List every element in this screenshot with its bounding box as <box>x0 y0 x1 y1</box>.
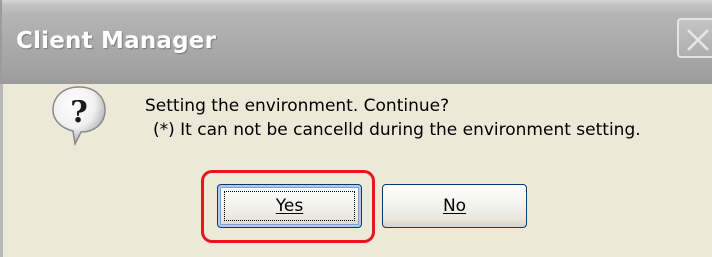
close-x-icon <box>687 29 709 51</box>
title-bar[interactable]: Client Manager <box>0 0 712 84</box>
message-line-2: (*) It can not be cancelld during the en… <box>153 120 641 140</box>
client-manager-dialog: Client Manager ? Setting the environment… <box>0 0 712 257</box>
yes-button[interactable]: Yes <box>217 184 362 228</box>
close-button[interactable] <box>677 18 712 58</box>
svg-text:?: ? <box>70 95 88 130</box>
dialog-body: ? Setting the environment. Continue? (*)… <box>0 84 712 257</box>
window-title: Client Manager <box>16 28 217 54</box>
message-line-1: Setting the environment. Continue? <box>145 96 450 116</box>
no-button-label: No <box>442 196 467 216</box>
question-icon: ? <box>52 86 106 146</box>
no-button[interactable]: No <box>382 184 527 228</box>
focus-rectangle <box>224 191 355 221</box>
